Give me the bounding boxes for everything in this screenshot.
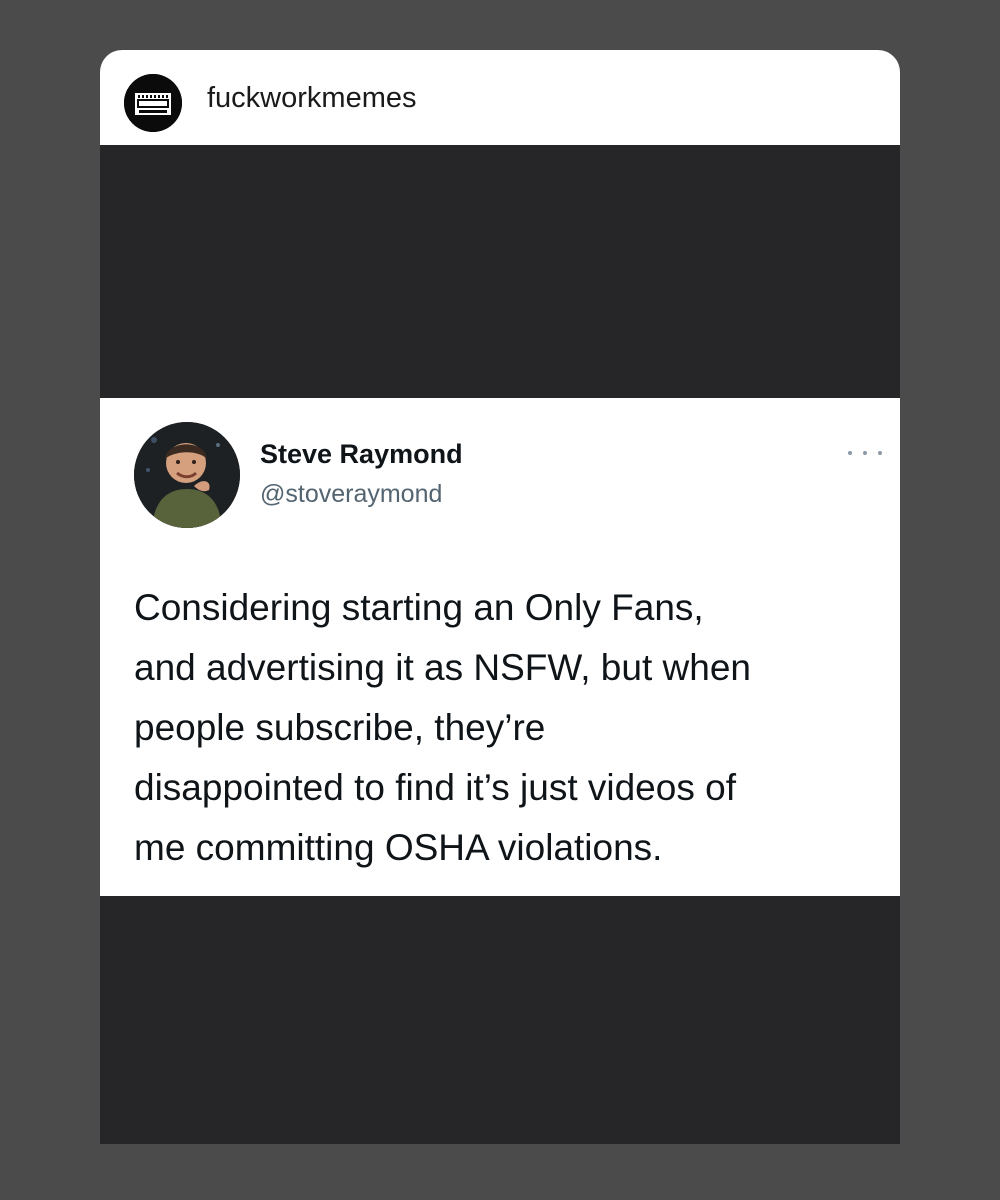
tweet-handle: @stoveraymond [260,480,443,508]
account-avatar[interactable] [124,74,182,132]
parental-advisory-logo-icon [124,74,182,132]
tweet-screenshot: Steve Raymond @stoveraymond Considering … [100,398,900,896]
more-options-button[interactable] [848,442,882,464]
post-media: Steve Raymond @stoveraymond Considering … [100,145,900,1144]
ellipsis-dot-icon [848,451,852,455]
tweet-text: Considering starting an Only Fans, and a… [134,587,751,868]
ellipsis-dot-icon [863,451,867,455]
story-header: fuckworkmemes [100,50,900,145]
account-username[interactable]: fuckworkmemes [207,80,417,116]
story-card: fuckworkmemes Steve Raymond @stoveraymon… [100,50,900,1144]
profile-photo-icon [134,422,240,528]
tweet-author-avatar [134,422,240,528]
tweet-display-name: Steve Raymond [260,439,463,469]
ellipsis-dot-icon [878,451,882,455]
